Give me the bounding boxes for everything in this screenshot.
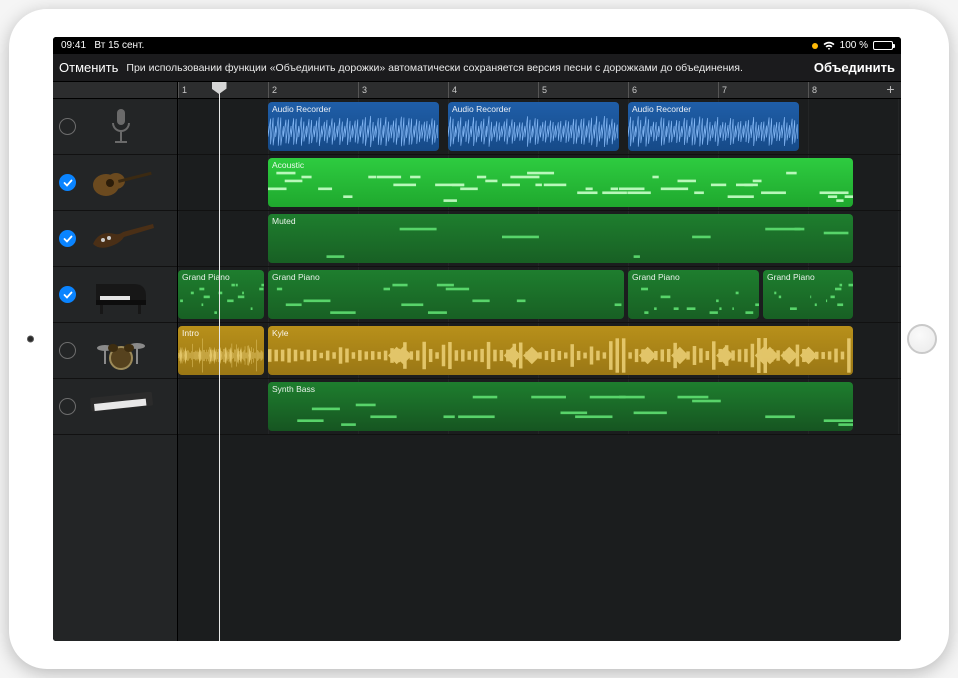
region[interactable]: Kyle xyxy=(268,326,853,375)
status-left: 09:41 Вт 15 сент. xyxy=(61,40,144,51)
region-label: Acoustic xyxy=(272,160,849,170)
track-lane-synth[interactable]: Synth Bass xyxy=(178,379,901,435)
ipad-frame: 09:41 Вт 15 сент. 100 % Отменить При исп… xyxy=(9,9,949,669)
waveform-icon xyxy=(268,338,853,373)
track-select-checkbox[interactable] xyxy=(59,398,76,415)
track-select-checkbox[interactable] xyxy=(59,286,76,303)
status-bar: 09:41 Вт 15 сент. 100 % xyxy=(53,37,901,54)
front-camera xyxy=(27,336,34,343)
waveform-icon xyxy=(628,114,799,149)
ruler[interactable]: + 1 2 3 4 5 6 7 8 xyxy=(178,82,901,99)
ruler-spacer xyxy=(53,82,177,99)
track-select-checkbox[interactable] xyxy=(59,174,76,191)
region[interactable]: Intro xyxy=(178,326,264,375)
toolbar: Отменить При использовании функции «Объе… xyxy=(53,54,901,82)
region[interactable]: Audio Recorder xyxy=(628,102,799,151)
region-label: Grand Piano xyxy=(767,272,849,282)
region-label: Grand Piano xyxy=(182,272,260,282)
drum-kit-icon xyxy=(82,329,160,373)
track-header-acoustic[interactable] xyxy=(53,155,177,211)
region-label: Kyle xyxy=(272,328,849,338)
waveform-icon xyxy=(448,114,619,149)
midi-notes-icon xyxy=(178,282,264,317)
waveform-icon xyxy=(178,338,264,373)
midi-notes-icon xyxy=(268,282,624,317)
track-header-mic[interactable] xyxy=(53,99,177,155)
add-section-button[interactable]: + xyxy=(882,82,899,99)
screen: 09:41 Вт 15 сент. 100 % Отменить При исп… xyxy=(53,37,901,641)
waveform-icon xyxy=(268,114,439,149)
microphone-icon xyxy=(82,105,160,149)
region[interactable]: Grand Piano xyxy=(178,270,264,319)
keyboard-synth-icon xyxy=(82,385,160,429)
status-right: 100 % xyxy=(812,40,893,51)
ruler-bar[interactable]: 7 xyxy=(718,82,727,98)
track-lane-mic[interactable]: Audio Recorder Audio Recorder Audio Record… xyxy=(178,99,901,155)
ruler-bar[interactable]: 6 xyxy=(628,82,637,98)
ruler-bar[interactable]: 3 xyxy=(358,82,367,98)
midi-notes-icon xyxy=(268,226,853,261)
track-lane-piano[interactable]: Grand Piano Grand Piano Grand Piano Grand P… xyxy=(178,267,901,323)
midi-notes-icon xyxy=(628,282,759,317)
track-lane-acoustic[interactable]: Acoustic xyxy=(178,155,901,211)
region-label: Muted xyxy=(272,216,849,226)
region[interactable]: Grand Piano xyxy=(763,270,853,319)
region[interactable]: Grand Piano xyxy=(628,270,759,319)
battery-percent: 100 % xyxy=(840,40,868,51)
region-label: Intro xyxy=(182,328,260,338)
region-label: Audio Recorder xyxy=(272,104,435,114)
ruler-bar[interactable]: 4 xyxy=(448,82,457,98)
region-label: Grand Piano xyxy=(632,272,755,282)
location-dot-icon xyxy=(812,43,818,49)
ruler-bar[interactable]: 1 xyxy=(178,82,187,98)
ruler-bar[interactable]: 5 xyxy=(538,82,547,98)
region-label: Audio Recorder xyxy=(632,104,795,114)
region-label: Audio Recorder xyxy=(452,104,615,114)
track-lane-drums[interactable]: Intro Kyle xyxy=(178,323,901,379)
track-header-drums[interactable] xyxy=(53,323,177,379)
status-date: Вт 15 сент. xyxy=(94,40,144,51)
toolbar-message: При использовании функции «Объединить до… xyxy=(126,62,805,74)
timeline[interactable]: + 12345678 Audio RecorderAudio RecorderA… xyxy=(178,82,901,641)
region[interactable]: Synth Bass xyxy=(268,382,853,431)
region[interactable]: Muted xyxy=(268,214,853,263)
midi-notes-icon xyxy=(763,282,853,317)
home-button[interactable] xyxy=(907,324,937,354)
ruler-bar[interactable]: 2 xyxy=(268,82,277,98)
track-select-checkbox[interactable] xyxy=(59,230,76,247)
playhead[interactable] xyxy=(219,82,220,641)
cancel-button[interactable]: Отменить xyxy=(59,60,118,75)
midi-notes-icon xyxy=(268,170,853,205)
track-lanes: Audio Recorder Audio Recorder Audio Record… xyxy=(178,99,901,435)
region-label: Synth Bass xyxy=(272,384,849,394)
track-header-bass[interactable] xyxy=(53,211,177,267)
wifi-icon xyxy=(823,41,835,51)
acoustic-guitar-icon xyxy=(82,161,160,205)
battery-icon xyxy=(873,41,893,50)
region[interactable]: Audio Recorder xyxy=(268,102,439,151)
main-area: + 12345678 Audio RecorderAudio RecorderA… xyxy=(53,82,901,641)
bass-guitar-icon xyxy=(82,217,160,261)
track-lane-bass[interactable]: Muted xyxy=(178,211,901,267)
region[interactable]: Audio Recorder xyxy=(448,102,619,151)
track-header-column xyxy=(53,82,178,641)
track-select-checkbox[interactable] xyxy=(59,342,76,359)
region-label: Grand Piano xyxy=(272,272,620,282)
track-header-piano[interactable] xyxy=(53,267,177,323)
region[interactable]: Grand Piano xyxy=(268,270,624,319)
merge-button[interactable]: Объединить xyxy=(814,60,895,75)
grand-piano-icon xyxy=(82,273,160,317)
midi-notes-icon xyxy=(268,394,853,429)
ruler-bar[interactable]: 8 xyxy=(808,82,817,98)
track-header-synth[interactable] xyxy=(53,379,177,435)
status-time: 09:41 xyxy=(61,40,86,51)
region[interactable]: Acoustic xyxy=(268,158,853,207)
track-select-checkbox[interactable] xyxy=(59,118,76,135)
